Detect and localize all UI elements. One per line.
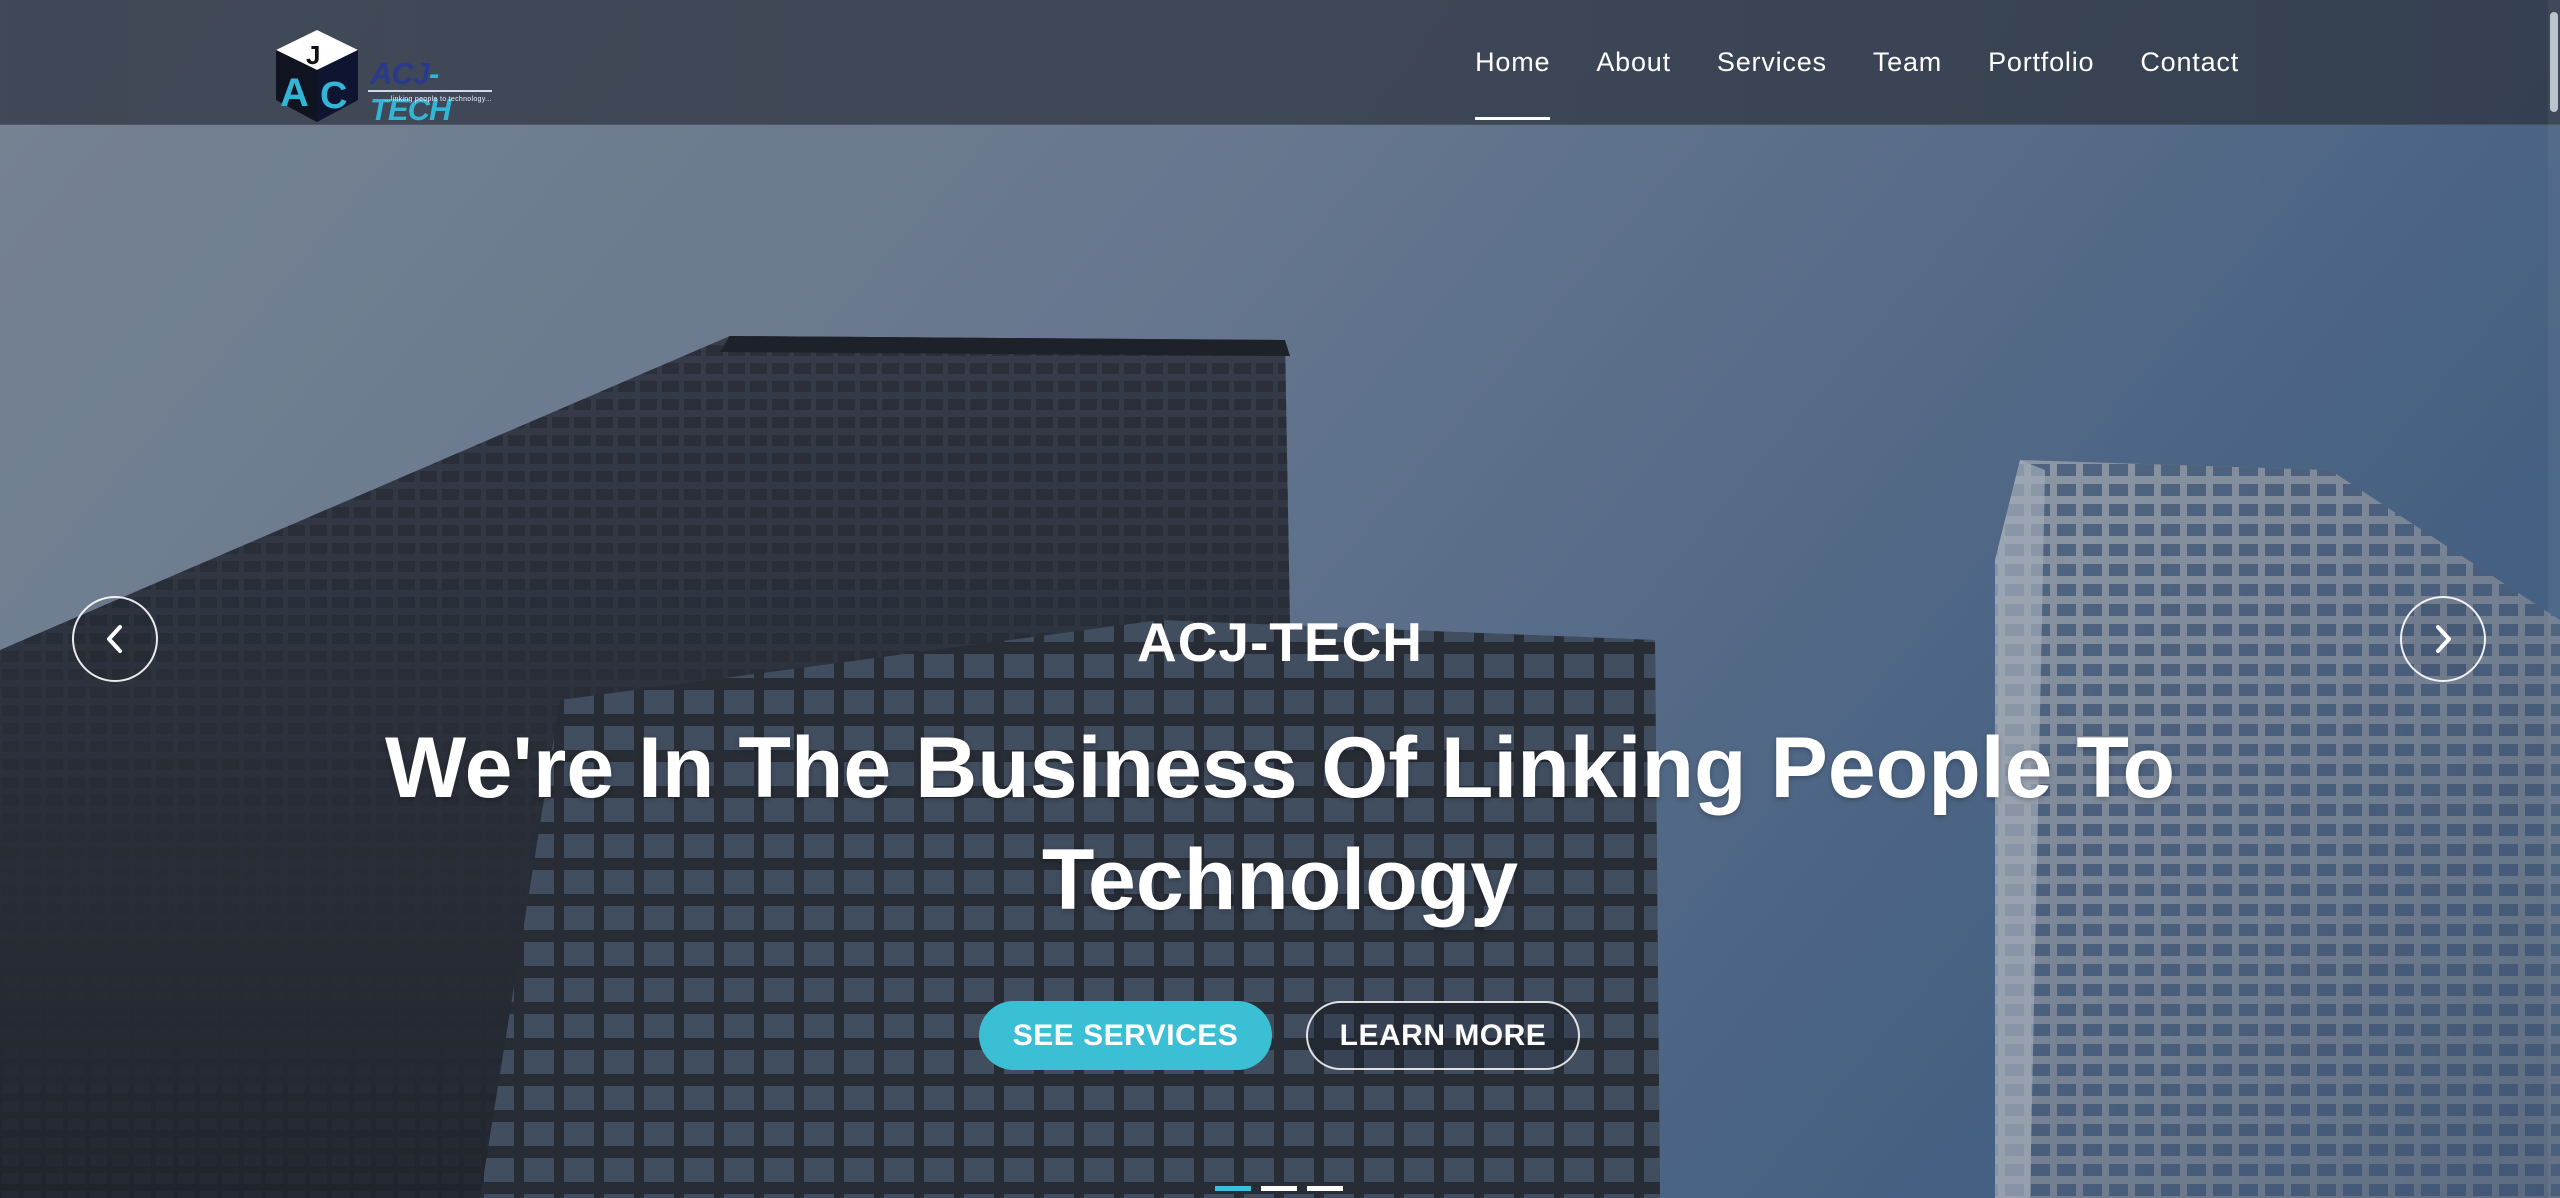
hero-kicker: ACJ-TECH [1136, 611, 1424, 673]
carousel-indicator-2[interactable] [1261, 1186, 1297, 1191]
page: J A C ACJ-TECH ...linking people to tech… [0, 0, 2560, 1198]
nav-item-portfolio[interactable]: Portfolio [1965, 0, 2117, 124]
logo[interactable]: J A C ACJ-TECH ...linking people to tech… [272, 26, 502, 128]
hero-overlay [0, 0, 2560, 1198]
nav-item-contact[interactable]: Contact [2117, 0, 2262, 124]
logo-name-part1: ACJ [370, 56, 430, 91]
nav-item-about[interactable]: About [1573, 0, 1694, 124]
main-nav: Home About Services Team Portfolio Conta… [1452, 0, 2262, 124]
carousel-indicators [1215, 1186, 1343, 1191]
nav-item-team[interactable]: Team [1850, 0, 1965, 124]
see-services-button[interactable]: SEE SERVICES [979, 1001, 1272, 1070]
hero-title: We're In The Business Of Linking People … [384, 720, 2176, 928]
nav-item-services[interactable]: Services [1694, 0, 1850, 124]
svg-text:J: J [306, 40, 320, 70]
logo-tagline: ...linking people to technology... [384, 96, 492, 103]
scrollbar-thumb[interactable] [2550, 12, 2558, 112]
svg-text:A: A [280, 71, 309, 115]
carousel-indicator-3[interactable] [1307, 1186, 1343, 1191]
logo-underline [368, 90, 492, 92]
site-header: J A C ACJ-TECH ...linking people to tech… [0, 0, 2560, 128]
svg-text:C: C [320, 75, 347, 117]
logo-wordmark: ACJ-TECH [370, 56, 502, 128]
nav-item-home[interactable]: Home [1452, 0, 1573, 124]
carousel-indicator-1[interactable] [1215, 1186, 1251, 1191]
page-scrollbar[interactable] [2548, 0, 2560, 1198]
logo-cube-icon: J A C [276, 30, 358, 122]
learn-more-button[interactable]: LEARN MORE [1306, 1001, 1580, 1070]
